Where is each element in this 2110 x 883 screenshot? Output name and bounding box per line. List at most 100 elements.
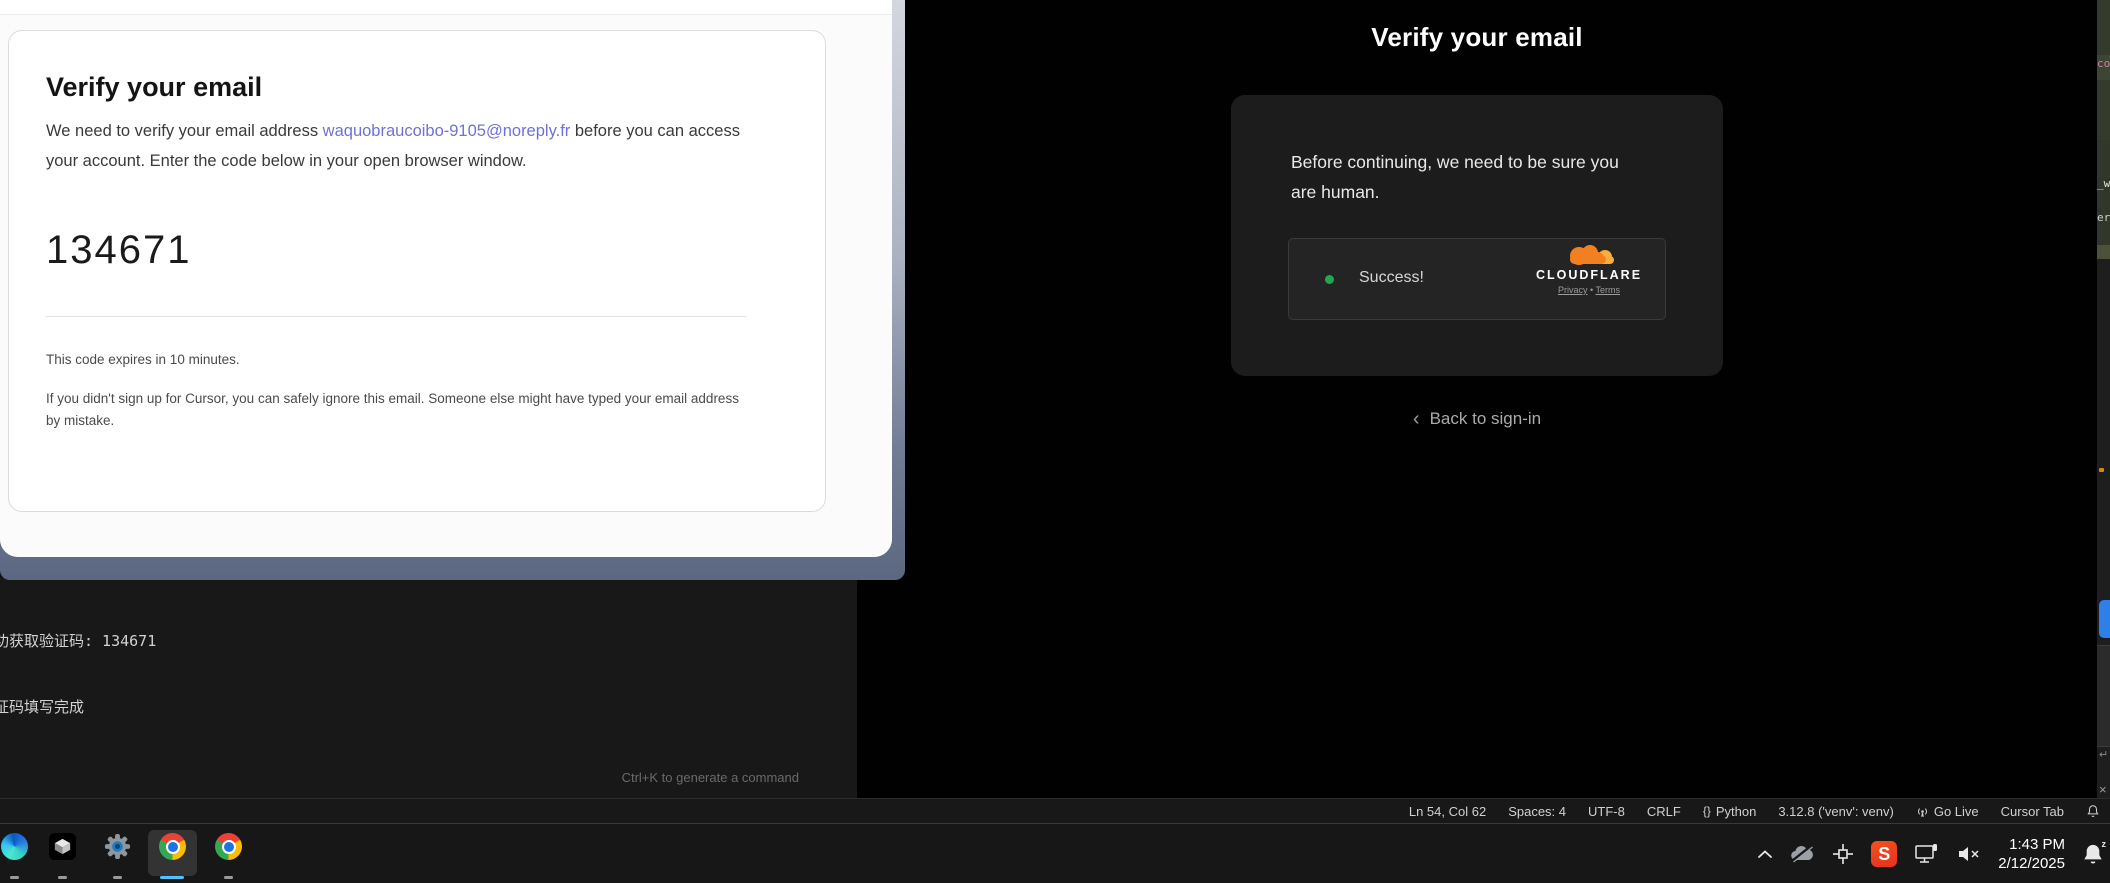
statusbar-encoding[interactable]: UTF-8	[1588, 804, 1625, 819]
tray-notifications-button[interactable]: z	[2082, 843, 2104, 865]
email-disclaimer: If you didn't sign up for Cursor, you ca…	[46, 388, 752, 432]
verification-card: Before continuing, we need to be sure yo…	[1231, 95, 1723, 376]
human-check-text: Before continuing, we need to be sure yo…	[1291, 147, 1643, 207]
links-separator: •	[1590, 285, 1593, 295]
taskbar-chrome-button-active[interactable]	[159, 833, 186, 860]
statusbar-cursor-tab[interactable]: Cursor Tab	[2001, 804, 2064, 819]
cursor-tab-label: Cursor Tab	[2001, 804, 2064, 819]
bell-icon	[2086, 804, 2100, 818]
privacy-link[interactable]: Privacy	[1558, 285, 1588, 295]
broadcast-icon	[1916, 805, 1929, 818]
body-before: We need to verify your email address	[46, 122, 323, 140]
chat-input-fragment[interactable]	[2097, 645, 2110, 747]
running-indicator	[113, 876, 122, 879]
editor-selection-fragment	[2097, 80, 2110, 140]
running-indicator	[58, 876, 67, 879]
statusbar-eol[interactable]: CRLF	[1647, 804, 1681, 819]
statusbar-notifications[interactable]	[2086, 804, 2100, 818]
speaker-muted-icon	[1957, 845, 1981, 863]
tray-volume-button[interactable]	[1957, 845, 1981, 863]
statusbar-language-mode[interactable]: {} Python	[1703, 804, 1757, 819]
browser-window: Verify your email Before continuing, we …	[857, 0, 2097, 798]
clock-time: 1:43 PM	[1998, 835, 2065, 854]
chrome-hub	[224, 842, 234, 852]
email-title: Verify your email	[46, 72, 262, 103]
monitor-pen-icon	[1914, 843, 1940, 865]
active-running-indicator	[160, 876, 184, 879]
system-tray: S 1:43 PM 2/12/2025	[1758, 824, 2110, 883]
taskbar-settings-button[interactable]	[104, 833, 131, 860]
onedrive-cloud-slash-icon	[1789, 844, 1815, 864]
verification-code: 134671	[46, 228, 191, 273]
eol-label: CRLF	[1647, 804, 1681, 819]
tray-onedrive-button[interactable]	[1789, 844, 1815, 864]
windows-taskbar: S 1:43 PM 2/12/2025	[0, 823, 2110, 883]
terminal-line: 证码填写完成	[0, 696, 195, 718]
cloudflare-wordmark: CLOUDFLARE	[1529, 269, 1649, 282]
return-icon: ↵	[2099, 748, 2108, 761]
terminal-output: 功获取验证码: 134671 证码填写完成 在处理 Turnstile 验证..…	[0, 586, 195, 798]
taskbar-chrome-button[interactable]	[215, 833, 242, 860]
success-dot-icon	[1325, 275, 1334, 284]
tray-overflow-button[interactable]	[1758, 850, 1772, 859]
page-title: Verify your email	[857, 22, 2097, 53]
go-live-label: Go Live	[1934, 804, 1979, 819]
editor-selection-fragment	[2097, 0, 2110, 55]
email-body-text: We need to verify your email address waq…	[46, 116, 776, 176]
cloudflare-brand-block: CLOUDFLARE Privacy • Terms	[1529, 245, 1649, 295]
interpreter-label: 3.12.8 ('venv': venv)	[1778, 804, 1894, 819]
braces-icon: {}	[1703, 804, 1711, 818]
tray-display-button[interactable]	[1914, 843, 1940, 865]
sogou-input-icon: S	[1871, 841, 1897, 867]
chevron-up-icon	[1758, 850, 1772, 859]
tray-snip-tool-button[interactable]	[1832, 843, 1854, 865]
email-top-divider	[0, 14, 892, 15]
taskbar-edge-button[interactable]	[1, 833, 28, 860]
chrome-hub	[168, 842, 178, 852]
clock-date: 2/12/2025	[1998, 854, 2065, 873]
desktop-screen: co _w er ↵ × 功获取验证码: 134671 证码填写完成 在处理 T…	[0, 0, 2110, 883]
edge-icon	[1, 833, 28, 860]
statusbar-python-interpreter[interactable]: 3.12.8 ('venv': venv)	[1778, 804, 1894, 819]
tray-clock[interactable]: 1:43 PM 2/12/2025	[1998, 835, 2065, 873]
back-to-signin-link[interactable]: ‹ Back to sign-in	[857, 408, 2097, 431]
running-indicator	[10, 876, 19, 879]
code-fragment: _w	[2097, 178, 2110, 189]
email-divider	[46, 316, 746, 317]
encoding-label: UTF-8	[1588, 804, 1625, 819]
close-icon[interactable]: ×	[2099, 782, 2107, 797]
running-indicator	[224, 876, 233, 879]
turnstile-links: Privacy • Terms	[1529, 285, 1649, 295]
email-address-link[interactable]: waquobraucoibo-9105@noreply.fr	[323, 122, 571, 140]
email-window: Verify your email We need to verify your…	[0, 0, 905, 580]
tray-sogou-button[interactable]: S	[1871, 841, 1897, 867]
turnstile-status: Success!	[1359, 269, 1424, 287]
crosshair-plus-icon	[1832, 843, 1854, 865]
ide-status-bar: Ln 54, Col 62 Spaces: 4 UTF-8 CRLF {} Py…	[0, 798, 2110, 823]
back-link-label: Back to sign-in	[1430, 409, 1542, 428]
code-fragment: co	[2097, 58, 2110, 69]
gear-icon	[104, 833, 131, 860]
chrome-icon	[159, 833, 186, 860]
statusbar-cursor-position[interactable]: Ln 54, Col 62	[1409, 804, 1486, 819]
code-fragment-orange	[2099, 468, 2104, 472]
chrome-icon	[215, 833, 242, 860]
cloudflare-cloud-icon	[1561, 245, 1617, 269]
statusbar-go-live[interactable]: Go Live	[1916, 804, 1979, 819]
language-label: Python	[1716, 804, 1756, 819]
editor-selection-fragment	[2097, 140, 2110, 245]
statusbar-indentation[interactable]: Spaces: 4	[1508, 804, 1566, 819]
dnd-z-badge: z	[2102, 839, 2107, 849]
taskbar-cursor-button[interactable]	[49, 833, 76, 860]
chat-submit-button-fragment[interactable]	[2099, 600, 2110, 638]
terminal-pane[interactable]: 功获取验证码: 134671 证码填写完成 在处理 Turnstile 验证..…	[0, 578, 857, 798]
terminal-ctrlk-hint: Ctrl+K to generate a command	[622, 770, 799, 785]
code-fragment: er	[2097, 212, 2110, 223]
cursor-position-label: Ln 54, Col 62	[1409, 804, 1486, 819]
terms-link[interactable]: Terms	[1596, 285, 1621, 295]
terminal-line	[0, 762, 195, 784]
cloudflare-turnstile-widget[interactable]: Success! CLOUDFLARE Privacy • Term	[1288, 238, 1666, 320]
indentation-label: Spaces: 4	[1508, 804, 1566, 819]
chevron-left-icon: ‹	[1413, 408, 1420, 431]
cursor-app-icon	[49, 833, 76, 860]
